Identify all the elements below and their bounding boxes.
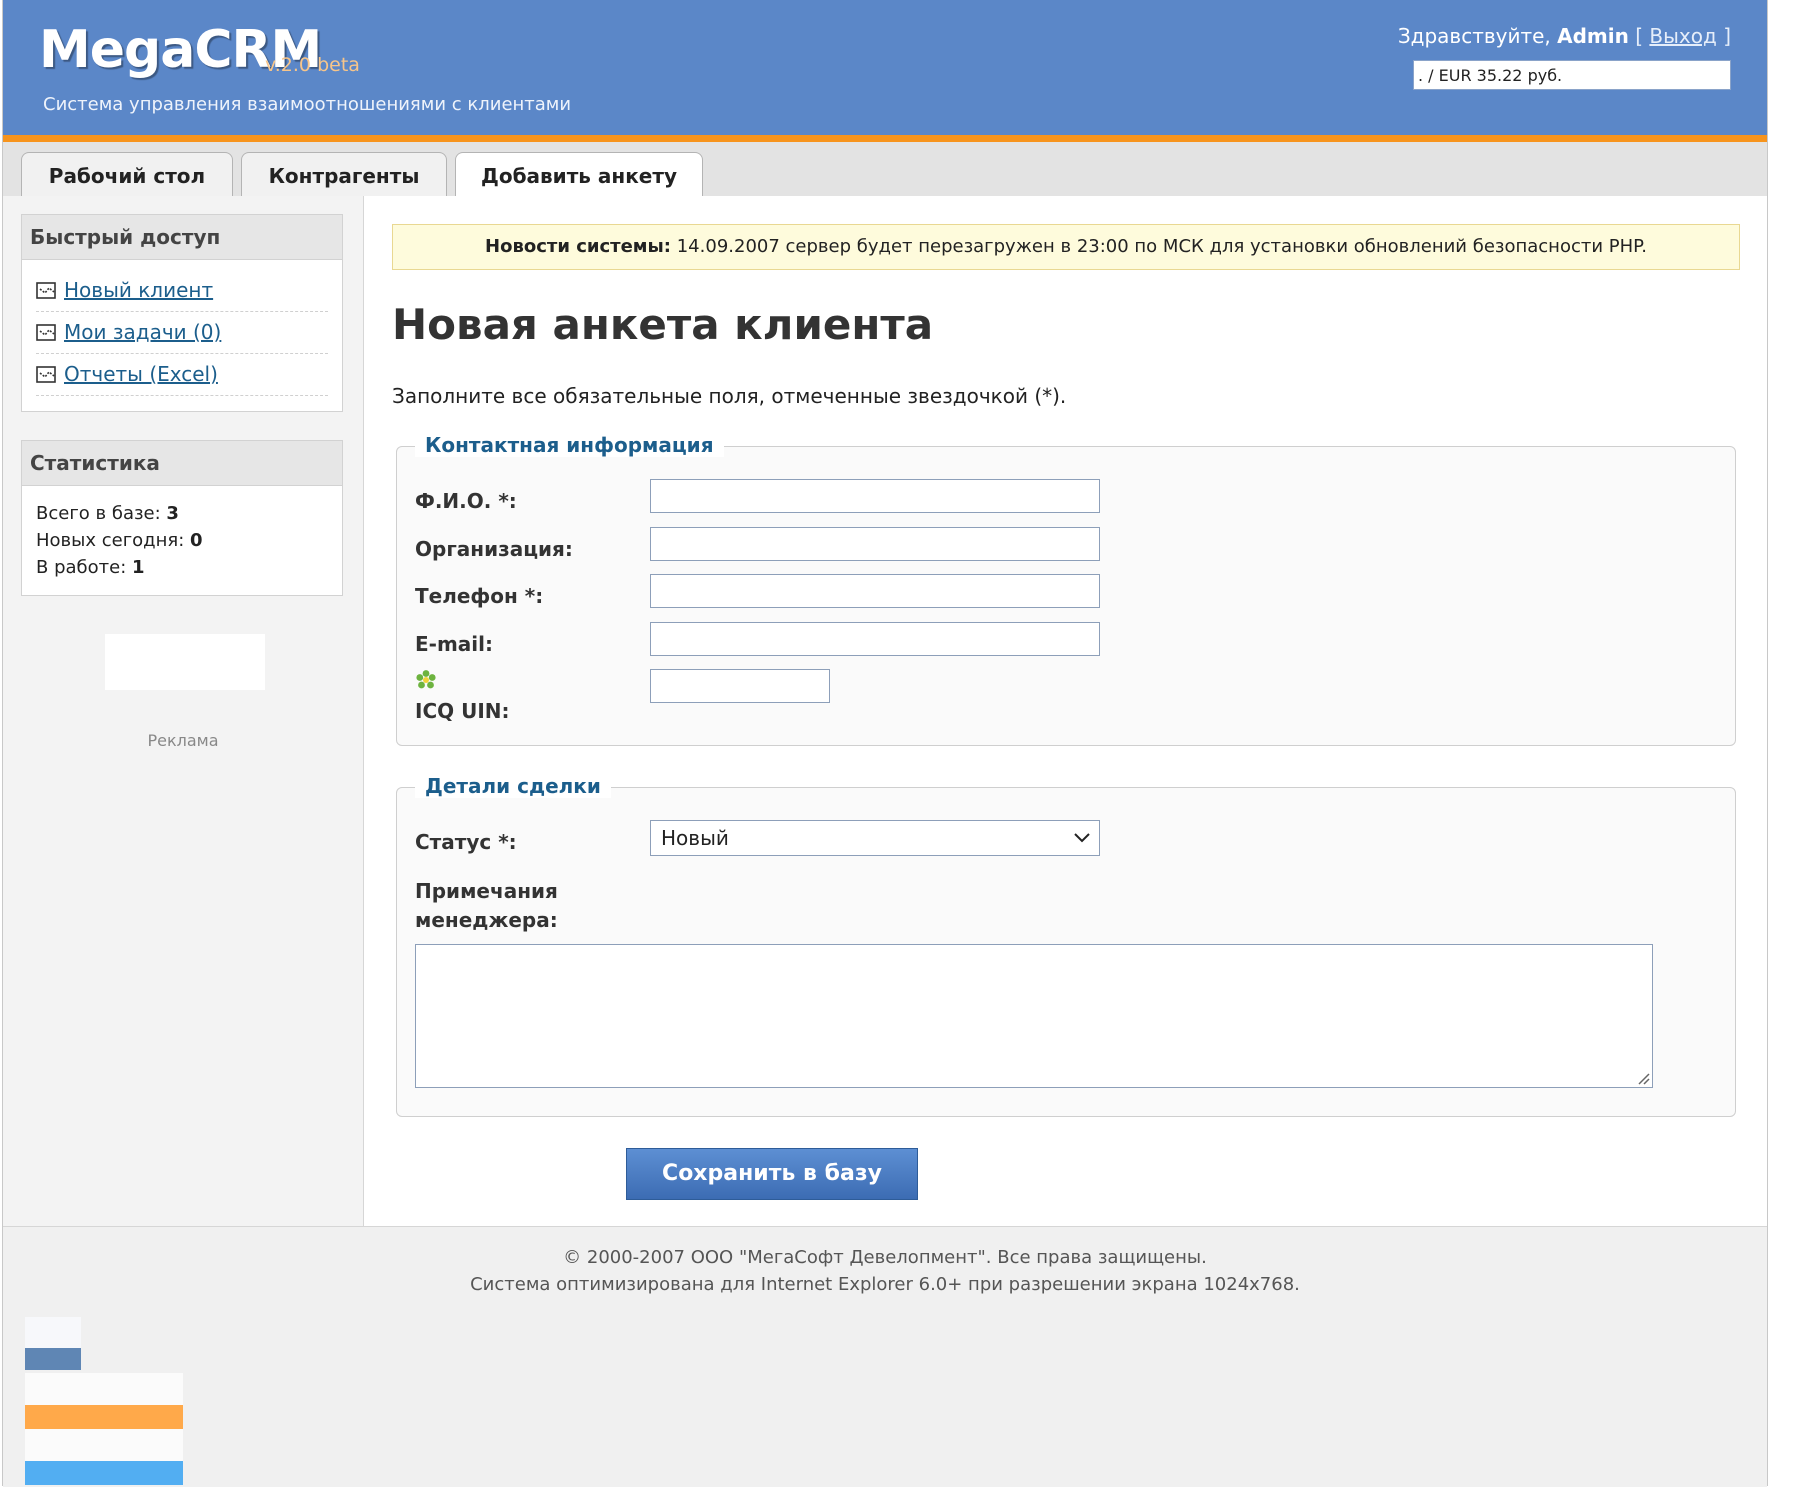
version-label: v.2.0 beta (265, 54, 360, 76)
counter-badge-orange[interactable] (25, 1373, 183, 1429)
notes-textarea[interactable] (415, 944, 1653, 1088)
status-selected-value: Новый (661, 826, 729, 850)
ad-banner[interactable] (105, 634, 265, 690)
stats-title: Статистика (22, 441, 342, 486)
icq-input[interactable] (650, 669, 830, 703)
stat-row: Новых сегодня: 0 (36, 527, 328, 554)
new-client-link[interactable]: Новый клиент (64, 270, 213, 311)
org-input[interactable] (650, 527, 1100, 561)
status-select[interactable]: Новый (650, 820, 1100, 856)
footer-copyright: © 2000-2007 ООО "МегаСофт Девелопмент". … (563, 1247, 1207, 1268)
notes-label: Примечания менеджера: (415, 877, 558, 935)
user-greeting: Здравствуйте, Admin [ Выход ] (1398, 24, 1731, 48)
footer-optimized: Система оптимизирована для Internet Expl… (470, 1274, 1300, 1295)
stat-label: Новых сегодня: (36, 530, 185, 551)
tab-desktop[interactable]: Рабочий стол (21, 152, 233, 196)
list-icon (36, 323, 56, 341)
tab-contractors[interactable]: Контрагенты (241, 152, 447, 196)
news-banner: Новости системы: 14.09.2007 сервер будет… (392, 224, 1740, 270)
sidebar: Быстрый доступ Новый клиент Мои задачи (… (3, 196, 364, 1226)
quick-access-title: Быстрый доступ (22, 215, 342, 260)
tagline: Система управления взаимоотношениями с к… (43, 94, 572, 115)
contact-legend: Контактная информация (415, 433, 724, 457)
counter-badge-blue[interactable] (25, 1429, 183, 1485)
stats-box: Статистика Всего в базе: 3 Новых сегодня… (21, 440, 343, 596)
deal-fieldset: Детали сделки Статус *: Новый Примечания… (396, 774, 1736, 1117)
notes-label-line1: Примечания (415, 879, 558, 903)
footer: © 2000-2007 ООО "МегаСофт Девелопмент". … (3, 1226, 1767, 1487)
reports-link[interactable]: Отчеты (Excel) (64, 354, 218, 395)
my-tasks-link[interactable]: Мои задачи (0) (64, 312, 221, 353)
list-icon (36, 281, 56, 299)
stats-list: Всего в базе: 3 Новых сегодня: 0 В работ… (22, 486, 342, 595)
email-input[interactable] (650, 622, 1100, 656)
counter-badge-small[interactable] (25, 1317, 81, 1373)
deal-legend: Детали сделки (415, 774, 611, 798)
header: MegaCRM v.2.0 beta Система управления вз… (3, 0, 1767, 142)
stat-value: 3 (166, 503, 179, 524)
resize-grip-icon[interactable] (1636, 1071, 1650, 1085)
fio-input[interactable] (650, 479, 1100, 513)
tab-bar: Рабочий стол Контрагенты Добавить анкету (3, 142, 1767, 197)
ad-label: Реклама (147, 731, 219, 750)
news-text: 14.09.2007 сервер будет перезагружен в 2… (676, 236, 1647, 257)
tab-add-form[interactable]: Добавить анкету (455, 152, 703, 197)
main-content: Новости системы: 14.09.2007 сервер будет… (364, 196, 1767, 1226)
page-frame: MegaCRM v.2.0 beta Система управления вз… (2, 0, 1768, 1487)
fio-label: Ф.И.О. *: (415, 489, 517, 513)
org-label: Организация: (415, 537, 573, 561)
save-button[interactable]: Сохранить в базу (626, 1148, 918, 1200)
chevron-down-icon (1074, 833, 1090, 843)
quick-item-new-client: Новый клиент (36, 270, 328, 312)
logout-link[interactable]: Выход (1649, 24, 1716, 48)
icq-flower-icon (416, 670, 436, 689)
email-label: E-mail: (415, 632, 494, 656)
phone-input[interactable] (650, 574, 1100, 608)
stat-label: В работе: (36, 557, 127, 578)
status-label: Статус *: (415, 830, 517, 854)
stat-value: 0 (190, 530, 203, 551)
greeting-prefix: Здравствуйте, (1397, 24, 1551, 48)
quick-item-reports: Отчеты (Excel) (36, 354, 328, 396)
username: Admin (1557, 24, 1629, 48)
stat-value: 1 (132, 557, 145, 578)
stat-row: В работе: 1 (36, 554, 328, 581)
quick-access-list: Новый клиент Мои задачи (0) Отчеты (Exce… (22, 260, 342, 396)
bracket-open: [ (1635, 24, 1644, 48)
list-icon (36, 365, 56, 383)
form-intro: Заполните все обязательные поля, отмечен… (392, 384, 1067, 408)
bracket-close: ] (1723, 24, 1731, 48)
stat-row: Всего в базе: 3 (36, 500, 328, 527)
stat-label: Всего в базе: (36, 503, 161, 524)
icq-label: ICQ UIN: (415, 699, 510, 723)
news-label: Новости системы: (485, 236, 671, 257)
quick-item-my-tasks: Мои задачи (0) (36, 312, 328, 354)
contact-fieldset: Контактная информация Ф.И.О. *: Организа… (396, 433, 1736, 746)
currency-rate-box: . / EUR 35.22 руб. (1413, 60, 1731, 90)
notes-label-line2: менеджера: (415, 908, 558, 932)
page-title: Новая анкета клиента (392, 300, 934, 349)
phone-label: Телефон *: (415, 584, 544, 608)
quick-access-box: Быстрый доступ Новый клиент Мои задачи (… (21, 214, 343, 412)
